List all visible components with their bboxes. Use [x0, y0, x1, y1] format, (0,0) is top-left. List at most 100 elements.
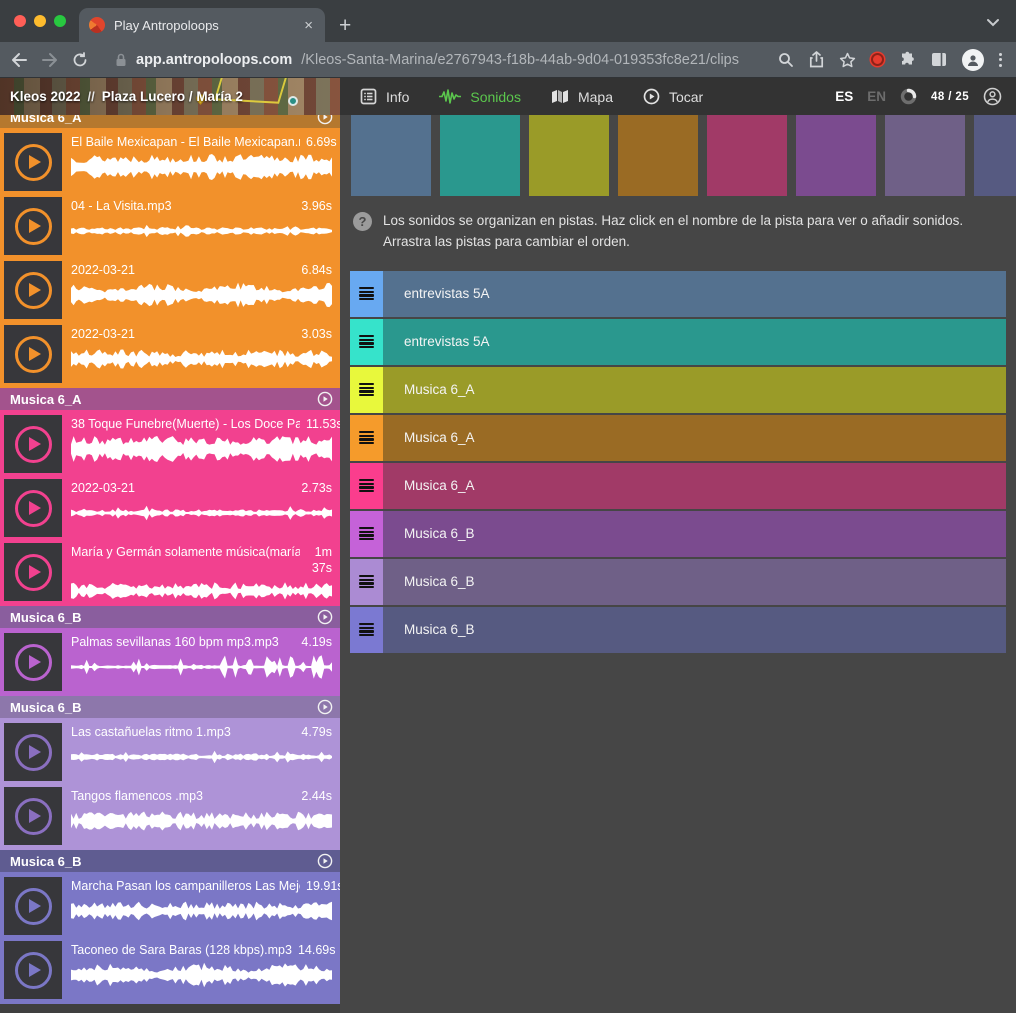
clip-play-button[interactable] — [4, 197, 62, 255]
audio-clip: Taconeo de Sara Baras (128 kbps).mp3 14.… — [0, 939, 340, 1001]
track-section-header[interactable]: Musica 6_B — [0, 606, 340, 628]
track-section-header[interactable]: Musica 6_A — [0, 388, 340, 410]
clip-waveform[interactable] — [71, 808, 332, 834]
track-name-bar[interactable]: entrevistas 5A — [383, 319, 1006, 365]
breadcrumb-project[interactable]: Kleos 2022 — [10, 89, 81, 104]
clip-name: María y Germán solamente música(maría 2.… — [71, 544, 300, 559]
recorder-extension-icon[interactable] — [871, 53, 884, 66]
share-icon[interactable] — [809, 51, 824, 68]
reload-icon[interactable] — [72, 52, 88, 68]
clip-waveform[interactable] — [71, 154, 332, 180]
minimize-window-button[interactable] — [34, 15, 46, 27]
lang-es-button[interactable]: ES — [835, 89, 853, 104]
new-tab-button[interactable]: + — [339, 15, 351, 36]
map-icon — [551, 89, 569, 104]
track-row: Musica 6_A — [350, 415, 1006, 461]
clip-waveform[interactable] — [71, 898, 332, 924]
help-note-text: Los sonidos se organizan en pistas. Haz … — [383, 210, 1010, 253]
profile-avatar[interactable] — [962, 49, 984, 71]
clip-waveform[interactable] — [71, 654, 332, 680]
clip-waveform[interactable] — [71, 962, 332, 988]
track-color-column — [351, 115, 431, 196]
help-question-icon: ? — [353, 212, 372, 231]
track-name-bar[interactable]: Musica 6_B — [383, 511, 1006, 557]
track-drag-handle[interactable] — [350, 271, 383, 317]
track-drag-handle[interactable] — [350, 319, 383, 365]
map-thumbnail[interactable]: Kleos 2022 // Plaza Lucero / María 2 — [0, 78, 340, 115]
drag-handle-icon — [359, 287, 374, 300]
track-section-name: Musica 6_A — [10, 115, 82, 125]
clip-waveform[interactable] — [71, 346, 332, 372]
section-play-circle-icon[interactable] — [317, 115, 333, 125]
clip-waveform[interactable] — [71, 436, 332, 462]
side-panel-icon[interactable] — [931, 52, 947, 67]
zoom-window-button[interactable] — [54, 15, 66, 27]
zoom-page-icon[interactable] — [778, 52, 794, 68]
track-name-bar[interactable]: Musica 6_A — [383, 463, 1006, 509]
track-name-bar[interactable]: Musica 6_A — [383, 415, 1006, 461]
clips-sidebar: Musica 6_A El Baile Mexicapan - El Baile… — [0, 115, 340, 1013]
track-name-bar[interactable]: entrevistas 5A — [383, 271, 1006, 317]
nav-tab-mapa[interactable]: Mapa — [551, 89, 613, 105]
clip-duration: 3.03s — [141, 326, 332, 343]
clip-name: Las castañuelas ritmo 1.mp3 — [71, 724, 231, 739]
clip-play-button[interactable] — [4, 479, 62, 537]
clip-play-button[interactable] — [4, 543, 62, 601]
track-section-header[interactable]: Musica 6_B — [0, 696, 340, 718]
drag-handle-icon — [359, 575, 374, 588]
track-row: Musica 6_B — [350, 511, 1006, 557]
clip-duration: 2.44s — [209, 788, 332, 805]
clip-play-button[interactable] — [4, 941, 62, 999]
tab-close-icon[interactable]: × — [302, 16, 315, 35]
close-window-button[interactable] — [14, 15, 26, 27]
clip-waveform[interactable] — [71, 500, 332, 526]
track-section-body: 38 Toque Funebre(Muerte) - Los Doce Par.… — [0, 410, 340, 606]
nav-tab-info[interactable]: Info — [360, 88, 409, 105]
track-drag-handle[interactable] — [350, 559, 383, 605]
browser-menu-icon[interactable] — [999, 53, 1002, 67]
section-play-circle-icon[interactable] — [317, 853, 333, 869]
clip-play-button[interactable] — [4, 415, 62, 473]
track-name-bar[interactable]: Musica 6_B — [383, 607, 1006, 653]
nav-tab-tocar[interactable]: Tocar — [643, 88, 703, 105]
section-play-circle-icon[interactable] — [317, 391, 333, 407]
clip-waveform[interactable] — [71, 579, 332, 603]
section-play-circle-icon[interactable] — [317, 609, 333, 625]
track-color-column — [618, 115, 698, 196]
track-drag-handle[interactable] — [350, 607, 383, 653]
clip-play-button[interactable] — [4, 133, 62, 191]
tab-search-chevron-icon[interactable] — [986, 14, 1000, 32]
track-section-header[interactable]: Musica 6_A — [0, 115, 340, 128]
clip-waveform[interactable] — [71, 744, 332, 770]
account-icon[interactable] — [983, 87, 1002, 106]
clip-play-button[interactable] — [4, 877, 62, 935]
clip-waveform[interactable] — [71, 282, 332, 308]
track-name: entrevistas 5A — [404, 286, 490, 301]
track-name-bar[interactable]: Musica 6_A — [383, 367, 1006, 413]
track-name-bar[interactable]: Musica 6_B — [383, 559, 1006, 605]
browser-tab[interactable]: Play Antropoloops × — [79, 8, 325, 42]
nav-tab-sonidos[interactable]: Sonidos — [439, 89, 521, 105]
bookmark-star-icon[interactable] — [839, 52, 856, 68]
track-color-column — [529, 115, 609, 196]
track-drag-handle[interactable] — [350, 463, 383, 509]
track-drag-handle[interactable] — [350, 511, 383, 557]
clip-play-button[interactable] — [4, 633, 62, 691]
extensions-puzzle-icon[interactable] — [899, 51, 916, 68]
clip-play-button[interactable] — [4, 261, 62, 319]
track-name: Musica 6_B — [404, 574, 475, 589]
clip-play-button[interactable] — [4, 325, 62, 383]
back-icon[interactable] — [10, 52, 28, 68]
lang-en-button[interactable]: EN — [867, 89, 886, 104]
clip-play-button[interactable] — [4, 723, 62, 781]
forward-icon[interactable] — [41, 52, 59, 68]
track-drag-handle[interactable] — [350, 415, 383, 461]
section-play-circle-icon[interactable] — [317, 699, 333, 715]
track-section-header[interactable]: Musica 6_B — [0, 850, 340, 872]
track-drag-handle[interactable] — [350, 367, 383, 413]
breadcrumb-page[interactable]: Plaza Lucero / María 2 — [102, 89, 243, 104]
clip-waveform[interactable] — [71, 218, 332, 244]
clip-main: 2022-03-21 2.73s — [62, 477, 340, 539]
address-bar[interactable]: app.antropoloops.com/Kleos-Santa-Marina/… — [101, 52, 765, 68]
clip-play-button[interactable] — [4, 787, 62, 845]
